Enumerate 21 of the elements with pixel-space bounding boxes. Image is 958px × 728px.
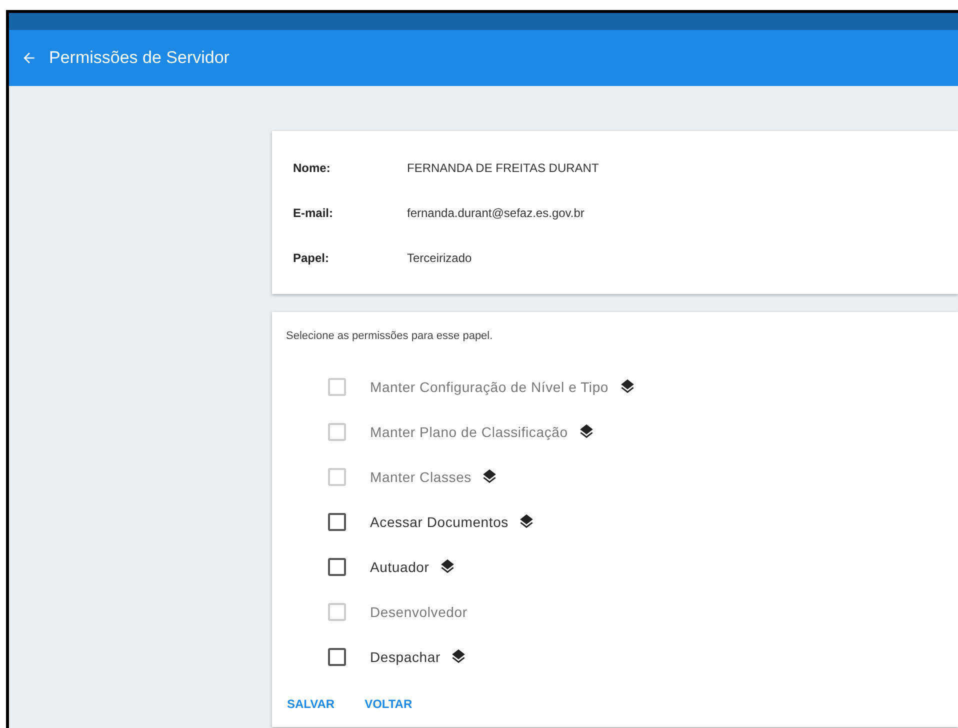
checkbox[interactable] [328, 648, 346, 666]
permission-label: Despachar [370, 648, 440, 664]
permission-label: Desenvolvedor [370, 604, 468, 620]
field-value: Terceirizado [407, 250, 472, 264]
field-label: Nome: [293, 160, 332, 174]
permission-label: Autuador [370, 558, 430, 574]
permission-label: Manter Configuração de Nível e Tipo [370, 378, 609, 394]
checkbox[interactable] [328, 558, 346, 576]
field-label: Papel: [293, 250, 330, 264]
permission-label: Manter Classes [370, 468, 472, 484]
field-value: fernanda.durant@sefaz.es.gov.br [407, 206, 584, 220]
page-title: Permissões de Servidor [49, 48, 230, 68]
instruction-text: Selecione as permissões para esse papel. [286, 330, 494, 342]
field-label: E-mail: [293, 206, 334, 220]
save-button[interactable]: SALVAR [287, 697, 335, 711]
checkbox[interactable] [328, 512, 346, 530]
permission-label: Manter Plano de Classificação [370, 424, 568, 440]
permission-label: Acessar Documentos [370, 514, 508, 530]
back-button[interactable]: VOLTAR [364, 697, 412, 711]
back-arrow-icon[interactable] [21, 50, 37, 66]
field-value: FERNANDA DE FREITAS DURANT [407, 160, 599, 174]
